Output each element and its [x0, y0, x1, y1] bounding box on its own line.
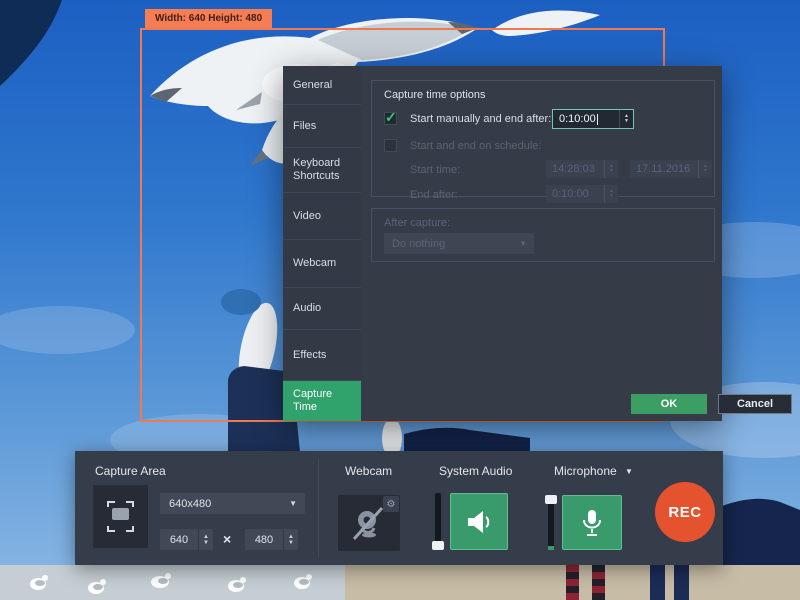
group-title: Capture time options — [384, 89, 486, 101]
width-value: 640 — [160, 529, 198, 550]
start-manually-label: Start manually and end after: — [410, 113, 551, 125]
capture-area-button[interactable] — [93, 485, 148, 548]
tab-audio[interactable]: Audio — [283, 288, 361, 330]
start-time-label: Start time: — [410, 164, 460, 176]
slider-thumb[interactable] — [432, 541, 444, 550]
start-manually-checkbox[interactable]: ✓ — [384, 112, 397, 125]
tab-webcam[interactable]: Webcam — [283, 240, 361, 288]
spin-down-icon: ▼ — [609, 194, 614, 199]
width-stepper[interactable]: 640 ▲ ▼ — [160, 529, 213, 550]
microphone-title[interactable]: Microphone ▼ — [554, 464, 633, 478]
start-time-value: 14:28:03 — [546, 160, 604, 178]
capture-time-options-group: Capture time options ✓ Start manually an… — [371, 80, 715, 197]
slider-fill — [548, 546, 554, 550]
schedule-label: Start and end on schedule: — [410, 140, 541, 152]
microphone-icon — [580, 508, 604, 538]
width-spinner[interactable]: ▲ ▼ — [198, 529, 213, 550]
after-capture-group: After capture: Do nothing ▼ — [371, 208, 715, 262]
duration-input[interactable]: 0:10:00 ▲ ▼ — [552, 109, 634, 129]
spin-down-icon[interactable]: ▼ — [203, 540, 209, 546]
checkmark-icon: ✓ — [385, 109, 397, 126]
beach-strip — [0, 565, 800, 600]
capture-size-label: Width: 640 Height: 480 — [145, 9, 272, 28]
height-value: 480 — [245, 529, 283, 550]
cancel-button[interactable]: Cancel — [718, 394, 792, 414]
preset-value: 640x480 — [169, 498, 211, 510]
capture-frame-icon — [93, 485, 148, 548]
tab-files[interactable]: Files — [283, 105, 361, 148]
record-control-bar: Capture Area 640x480 ▼ 640 ▲ ▼ × 480 — [75, 451, 723, 565]
webcam-toggle-button[interactable]: ⚙ — [338, 495, 400, 551]
microphone-volume-slider[interactable] — [548, 495, 554, 550]
duration-value: 0:10:00 — [559, 113, 596, 125]
section-divider — [318, 459, 319, 557]
start-date-value: 17.11.2016 — [630, 160, 698, 178]
text-caret — [597, 114, 598, 125]
chevron-down-icon: ▼ — [519, 239, 527, 248]
tab-effects[interactable]: Effects — [283, 330, 361, 381]
height-spinner[interactable]: ▲ ▼ — [283, 529, 298, 550]
webcam-settings-button[interactable]: ⚙ — [383, 496, 399, 512]
screen: Width: 640 Height: 480 General Files Key… — [0, 0, 800, 600]
schedule-checkbox — [384, 139, 397, 152]
tab-capture-time[interactable]: Capture Time — [283, 381, 361, 421]
resolution-preset-dropdown[interactable]: 640x480 ▼ — [160, 493, 305, 514]
after-capture-label: After capture: — [384, 217, 450, 229]
capture-time-panel: Capture time options ✓ Start manually an… — [361, 66, 722, 421]
spin-down-icon: ▼ — [703, 169, 708, 174]
after-capture-dropdown: Do nothing ▼ — [384, 233, 534, 254]
spin-down-icon[interactable]: ▼ — [288, 540, 294, 546]
settings-dialog: General Files Keyboard Shortcuts Video W… — [283, 66, 722, 421]
start-time-field: 14:28:03 ▲ ▼ — [546, 160, 618, 178]
system-audio-toggle-button[interactable] — [450, 493, 508, 550]
ok-button[interactable]: OK — [631, 394, 707, 414]
end-after-field: 0:10:00 ▲ ▼ — [546, 185, 618, 203]
duration-spinner[interactable]: ▲ ▼ — [619, 110, 633, 128]
capture-area-title: Capture Area — [95, 464, 166, 478]
microphone-toggle-button[interactable] — [562, 495, 622, 550]
spin-down-icon: ▼ — [609, 169, 614, 174]
tab-video[interactable]: Video — [283, 193, 361, 240]
after-capture-value: Do nothing — [392, 238, 445, 250]
spin-down-icon[interactable]: ▼ — [624, 119, 629, 124]
tab-general[interactable]: General — [283, 66, 361, 105]
speaker-icon — [464, 509, 494, 535]
system-audio-volume-slider[interactable] — [435, 493, 441, 550]
slider-thumb[interactable] — [545, 495, 557, 504]
tab-keyboard-shortcuts[interactable]: Keyboard Shortcuts — [283, 148, 361, 193]
system-audio-title: System Audio — [439, 464, 512, 478]
webcam-title: Webcam — [345, 464, 392, 478]
times-separator: × — [223, 531, 231, 547]
settings-sidebar: General Files Keyboard Shortcuts Video W… — [283, 66, 361, 421]
rec-button[interactable]: REC — [655, 482, 715, 542]
end-after-label: End after: — [410, 189, 458, 201]
end-after-value: 0:10:00 — [546, 185, 604, 203]
gear-icon: ⚙ — [387, 499, 396, 510]
start-date-field: 17.11.2016 ▲ ▼ — [630, 160, 712, 178]
chevron-down-icon: ▼ — [289, 499, 297, 508]
chevron-down-icon: ▼ — [625, 467, 633, 476]
height-stepper[interactable]: 480 ▲ ▼ — [245, 529, 298, 550]
